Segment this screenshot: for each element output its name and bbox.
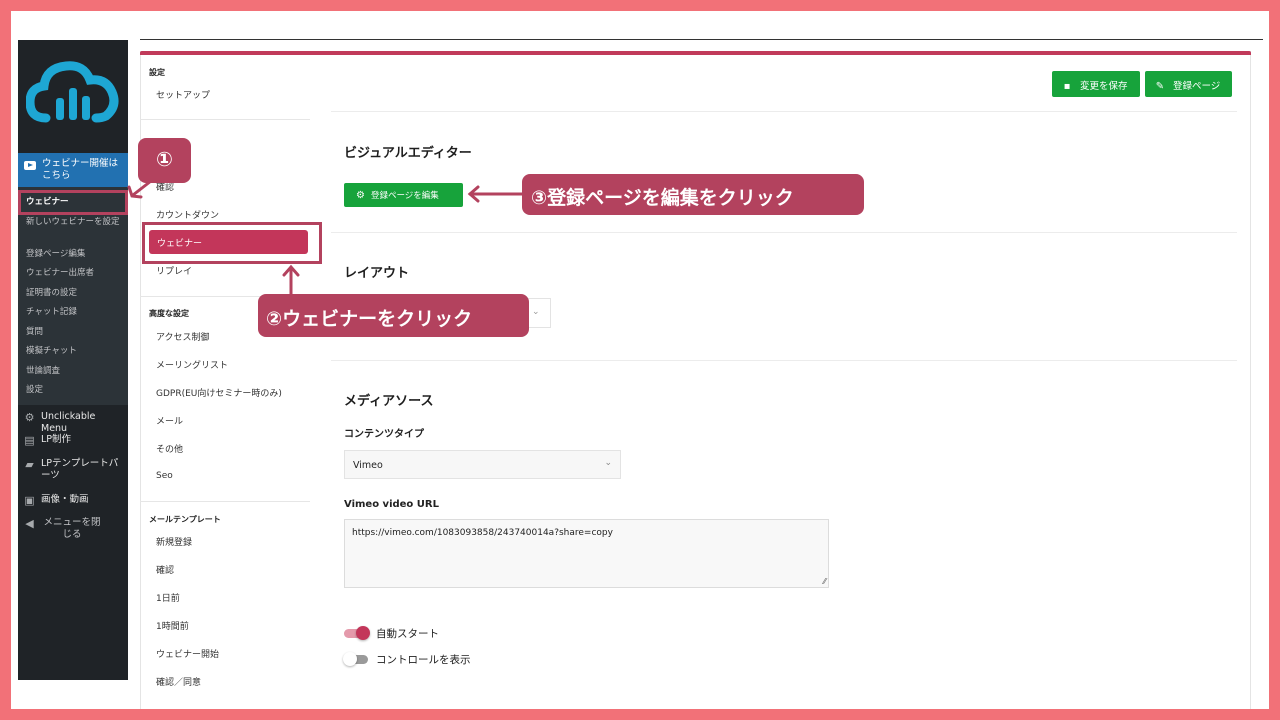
- resize-grip-icon[interactable]: ⁄⁄: [823, 577, 826, 586]
- cloud-logo-icon: [26, 61, 119, 123]
- collapse-icon: ◀: [25, 517, 34, 530]
- nav-item-mail[interactable]: メール: [156, 414, 183, 427]
- top-divider: [140, 39, 1263, 40]
- visual-editor-title: ビジュアルエディター: [344, 146, 472, 161]
- menu-webinar-host-label: ウェビナー開催はこちら: [42, 158, 119, 181]
- autostart-label: 自動スタート: [376, 628, 439, 640]
- nav-item-new-register[interactable]: 新規登録: [156, 535, 192, 548]
- user-edit-icon: ✎: [1155, 81, 1165, 92]
- nav-item-mailing-list[interactable]: メーリングリスト: [156, 358, 228, 371]
- section-divider: [331, 232, 1237, 233]
- register-page-button[interactable]: ✎ 登録ページ: [1145, 71, 1232, 97]
- media-source-title: メディアソース: [344, 394, 434, 409]
- callout-step2: ②ウェビナーをクリック: [258, 294, 529, 337]
- menu-webinar-host[interactable]: ウェビナー開催はこちら: [18, 153, 128, 187]
- content-type-value: Vimeo: [353, 460, 383, 471]
- controls-label: コントロールを表示: [376, 654, 471, 666]
- sidebar-item-media[interactable]: ▣ 画像・動画: [24, 494, 128, 506]
- save-button[interactable]: ▪ 変更を保存: [1052, 71, 1140, 97]
- section-divider: [331, 111, 1237, 112]
- nav-divider: [140, 119, 310, 120]
- sidebar-item-lp-template[interactable]: ▰ LPテンプレートパーツ: [24, 458, 128, 482]
- vimeo-url-field[interactable]: https://vimeo.com/1083093858/243740014a?…: [344, 519, 829, 588]
- gear-icon: ⚙: [24, 411, 35, 424]
- nav-item-consent[interactable]: 確認／同意: [156, 675, 201, 688]
- gear-icon: ⚙: [356, 190, 365, 201]
- sidebar-collapse[interactable]: ◀ メニューを閉じる: [24, 517, 128, 541]
- media-icon: ▣: [24, 494, 35, 507]
- admin-sidebar: ウェビナー開催はこちら ウェビナー 新しいウェビナーを設定 登録ページ編集 ウェ…: [18, 40, 128, 680]
- layout-select[interactable]: ⌄: [526, 298, 551, 328]
- callout-step1: ①: [138, 138, 191, 183]
- submenu-item-register-edit[interactable]: 登録ページ編集: [26, 248, 124, 260]
- nav-item-1hour[interactable]: 1時間前: [156, 619, 189, 632]
- nav-item-mail-confirm[interactable]: 確認: [156, 563, 174, 576]
- nav-divider: [140, 501, 310, 502]
- content-type-select[interactable]: Vimeo ⌄: [344, 450, 621, 479]
- vimeo-url-value: https://vimeo.com/1083093858/243740014a?…: [352, 528, 613, 538]
- layout-title: レイアウト: [344, 266, 410, 281]
- vimeo-url-label: Vimeo video URL: [344, 499, 439, 510]
- edit-register-page-button[interactable]: ⚙ 登録ページを編集: [344, 183, 463, 207]
- pages-icon: ▤: [24, 434, 35, 447]
- submenu-item-chat-log[interactable]: チャット記録: [26, 306, 124, 318]
- nav-item-access[interactable]: アクセス制御: [156, 330, 210, 343]
- submenu-item-settings[interactable]: 設定: [26, 384, 124, 396]
- sidebar-item-lp[interactable]: ▤ LP制作: [24, 434, 128, 446]
- chevron-down-icon: ⌄: [532, 307, 540, 317]
- nav-item-countdown[interactable]: カウントダウン: [156, 208, 219, 221]
- nav-group-advanced: 高度な設定: [149, 309, 189, 318]
- nav-item-seo[interactable]: Seo: [156, 471, 173, 481]
- nav-item-1day[interactable]: 1日前: [156, 591, 180, 604]
- highlight-submenu-webinar: [18, 190, 128, 215]
- callout-step3: ③登録ページを編集をクリック: [522, 174, 864, 215]
- submenu-item-certificate[interactable]: 証明書の設定: [26, 287, 124, 299]
- nav-group-settings: 設定: [149, 68, 165, 77]
- nav-item-other[interactable]: その他: [156, 442, 183, 455]
- submenu-item-new-webinar[interactable]: 新しいウェビナーを設定: [26, 216, 124, 228]
- toggle-knob: [343, 652, 357, 666]
- nav-item-replay[interactable]: リプレイ: [156, 264, 192, 277]
- submenu-item-questions[interactable]: 質問: [26, 326, 124, 338]
- section-divider: [331, 360, 1237, 361]
- nav-item-webinar-start[interactable]: ウェビナー開始: [156, 647, 219, 660]
- controls-toggle[interactable]: [343, 652, 368, 666]
- folder-icon: ▰: [25, 458, 34, 471]
- autostart-toggle[interactable]: [344, 626, 370, 640]
- nav-item-gdpr[interactable]: GDPR(EU向けセミナー時のみ): [156, 386, 282, 399]
- toggle-knob: [356, 626, 370, 640]
- sidebar-item-unclickable[interactable]: ⚙ Unclickable Menu: [24, 411, 128, 435]
- submenu-item-attendees[interactable]: ウェビナー出席者: [26, 267, 124, 279]
- nav-item-setup[interactable]: セットアップ: [156, 88, 210, 101]
- chevron-down-icon: ⌄: [604, 458, 612, 468]
- submenu-item-mock-chat[interactable]: 模擬チャット: [26, 345, 124, 357]
- nav-group-mail-templates: メールテンプレート: [149, 515, 221, 524]
- floppy-icon: ▪: [1063, 81, 1071, 92]
- content-type-label: コンテンツタイプ: [344, 429, 424, 440]
- highlight-nav-webinar: [142, 222, 322, 264]
- youtube-icon: [24, 161, 36, 170]
- submenu-item-polls[interactable]: 世論調査: [26, 365, 124, 377]
- screenshot-frame: ウェビナー開催はこちら ウェビナー 新しいウェビナーを設定 登録ページ編集 ウェ…: [11, 11, 1269, 709]
- webinar-submenu: ウェビナー 新しいウェビナーを設定 登録ページ編集 ウェビナー出席者 証明書の設…: [18, 187, 128, 405]
